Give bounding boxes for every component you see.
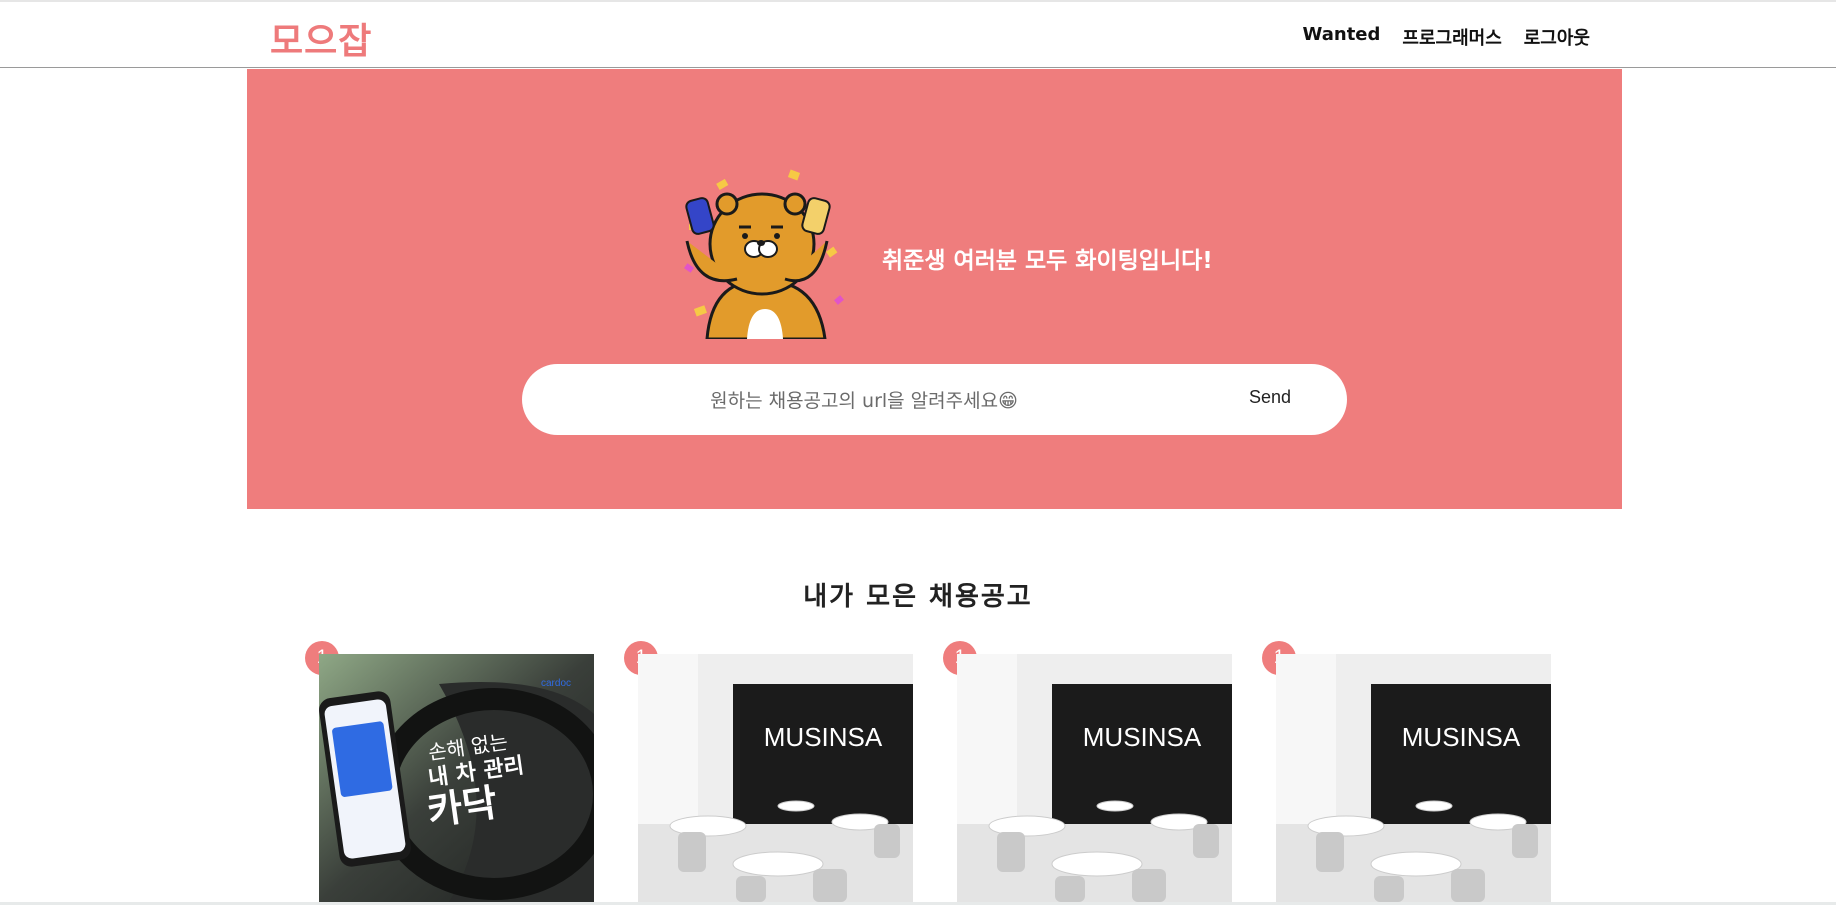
card-brand: MUSINSA xyxy=(1402,722,1521,752)
job-card-image: cardoc 손해 없는 내 차 관리 카닥 xyxy=(319,654,594,902)
nav-logout-link[interactable]: 로그아웃 xyxy=(1524,24,1590,50)
job-card-image: MUSINSA xyxy=(957,654,1232,902)
nav-wanted-link[interactable]: Wanted xyxy=(1303,24,1381,50)
top-nav-bar: 모으잡 Wanted 프로그래머스 로그아웃 xyxy=(0,0,1836,68)
ryan-mascot-icon xyxy=(684,169,844,339)
card-brand: MUSINSA xyxy=(1083,722,1202,752)
job-card-grid: cardoc 손해 없는 내 차 관리 카닥 MUSINSA MUSINSA M… xyxy=(0,654,1836,905)
app-logo[interactable]: 모으잡 xyxy=(270,12,372,64)
job-card-image: MUSINSA xyxy=(1276,654,1551,902)
job-card-image: MUSINSA xyxy=(638,654,913,902)
job-card[interactable]: cardoc 손해 없는 내 차 관리 카닥 xyxy=(319,654,594,902)
nav-links: Wanted 프로그래머스 로그아웃 xyxy=(1303,24,1590,50)
job-card[interactable]: MUSINSA xyxy=(957,654,1232,902)
job-card[interactable]: MUSINSA xyxy=(1276,654,1551,902)
section-title: 내가 모은 채용공고 xyxy=(803,582,1033,612)
send-button[interactable]: Send xyxy=(1243,386,1297,409)
job-card[interactable]: MUSINSA xyxy=(638,654,913,902)
card-brand: cardoc xyxy=(541,678,571,689)
card-brand: MUSINSA xyxy=(764,722,883,752)
nav-programmers-link[interactable]: 프로그래머스 xyxy=(1402,24,1501,50)
hero-message: 취준생 여러분 모두 화이팅입니다! xyxy=(882,248,1213,274)
hero-banner: 취준생 여러분 모두 화이팅입니다! Send xyxy=(247,69,1622,509)
url-input[interactable] xyxy=(672,380,1056,422)
url-search-bar: Send xyxy=(522,364,1347,435)
